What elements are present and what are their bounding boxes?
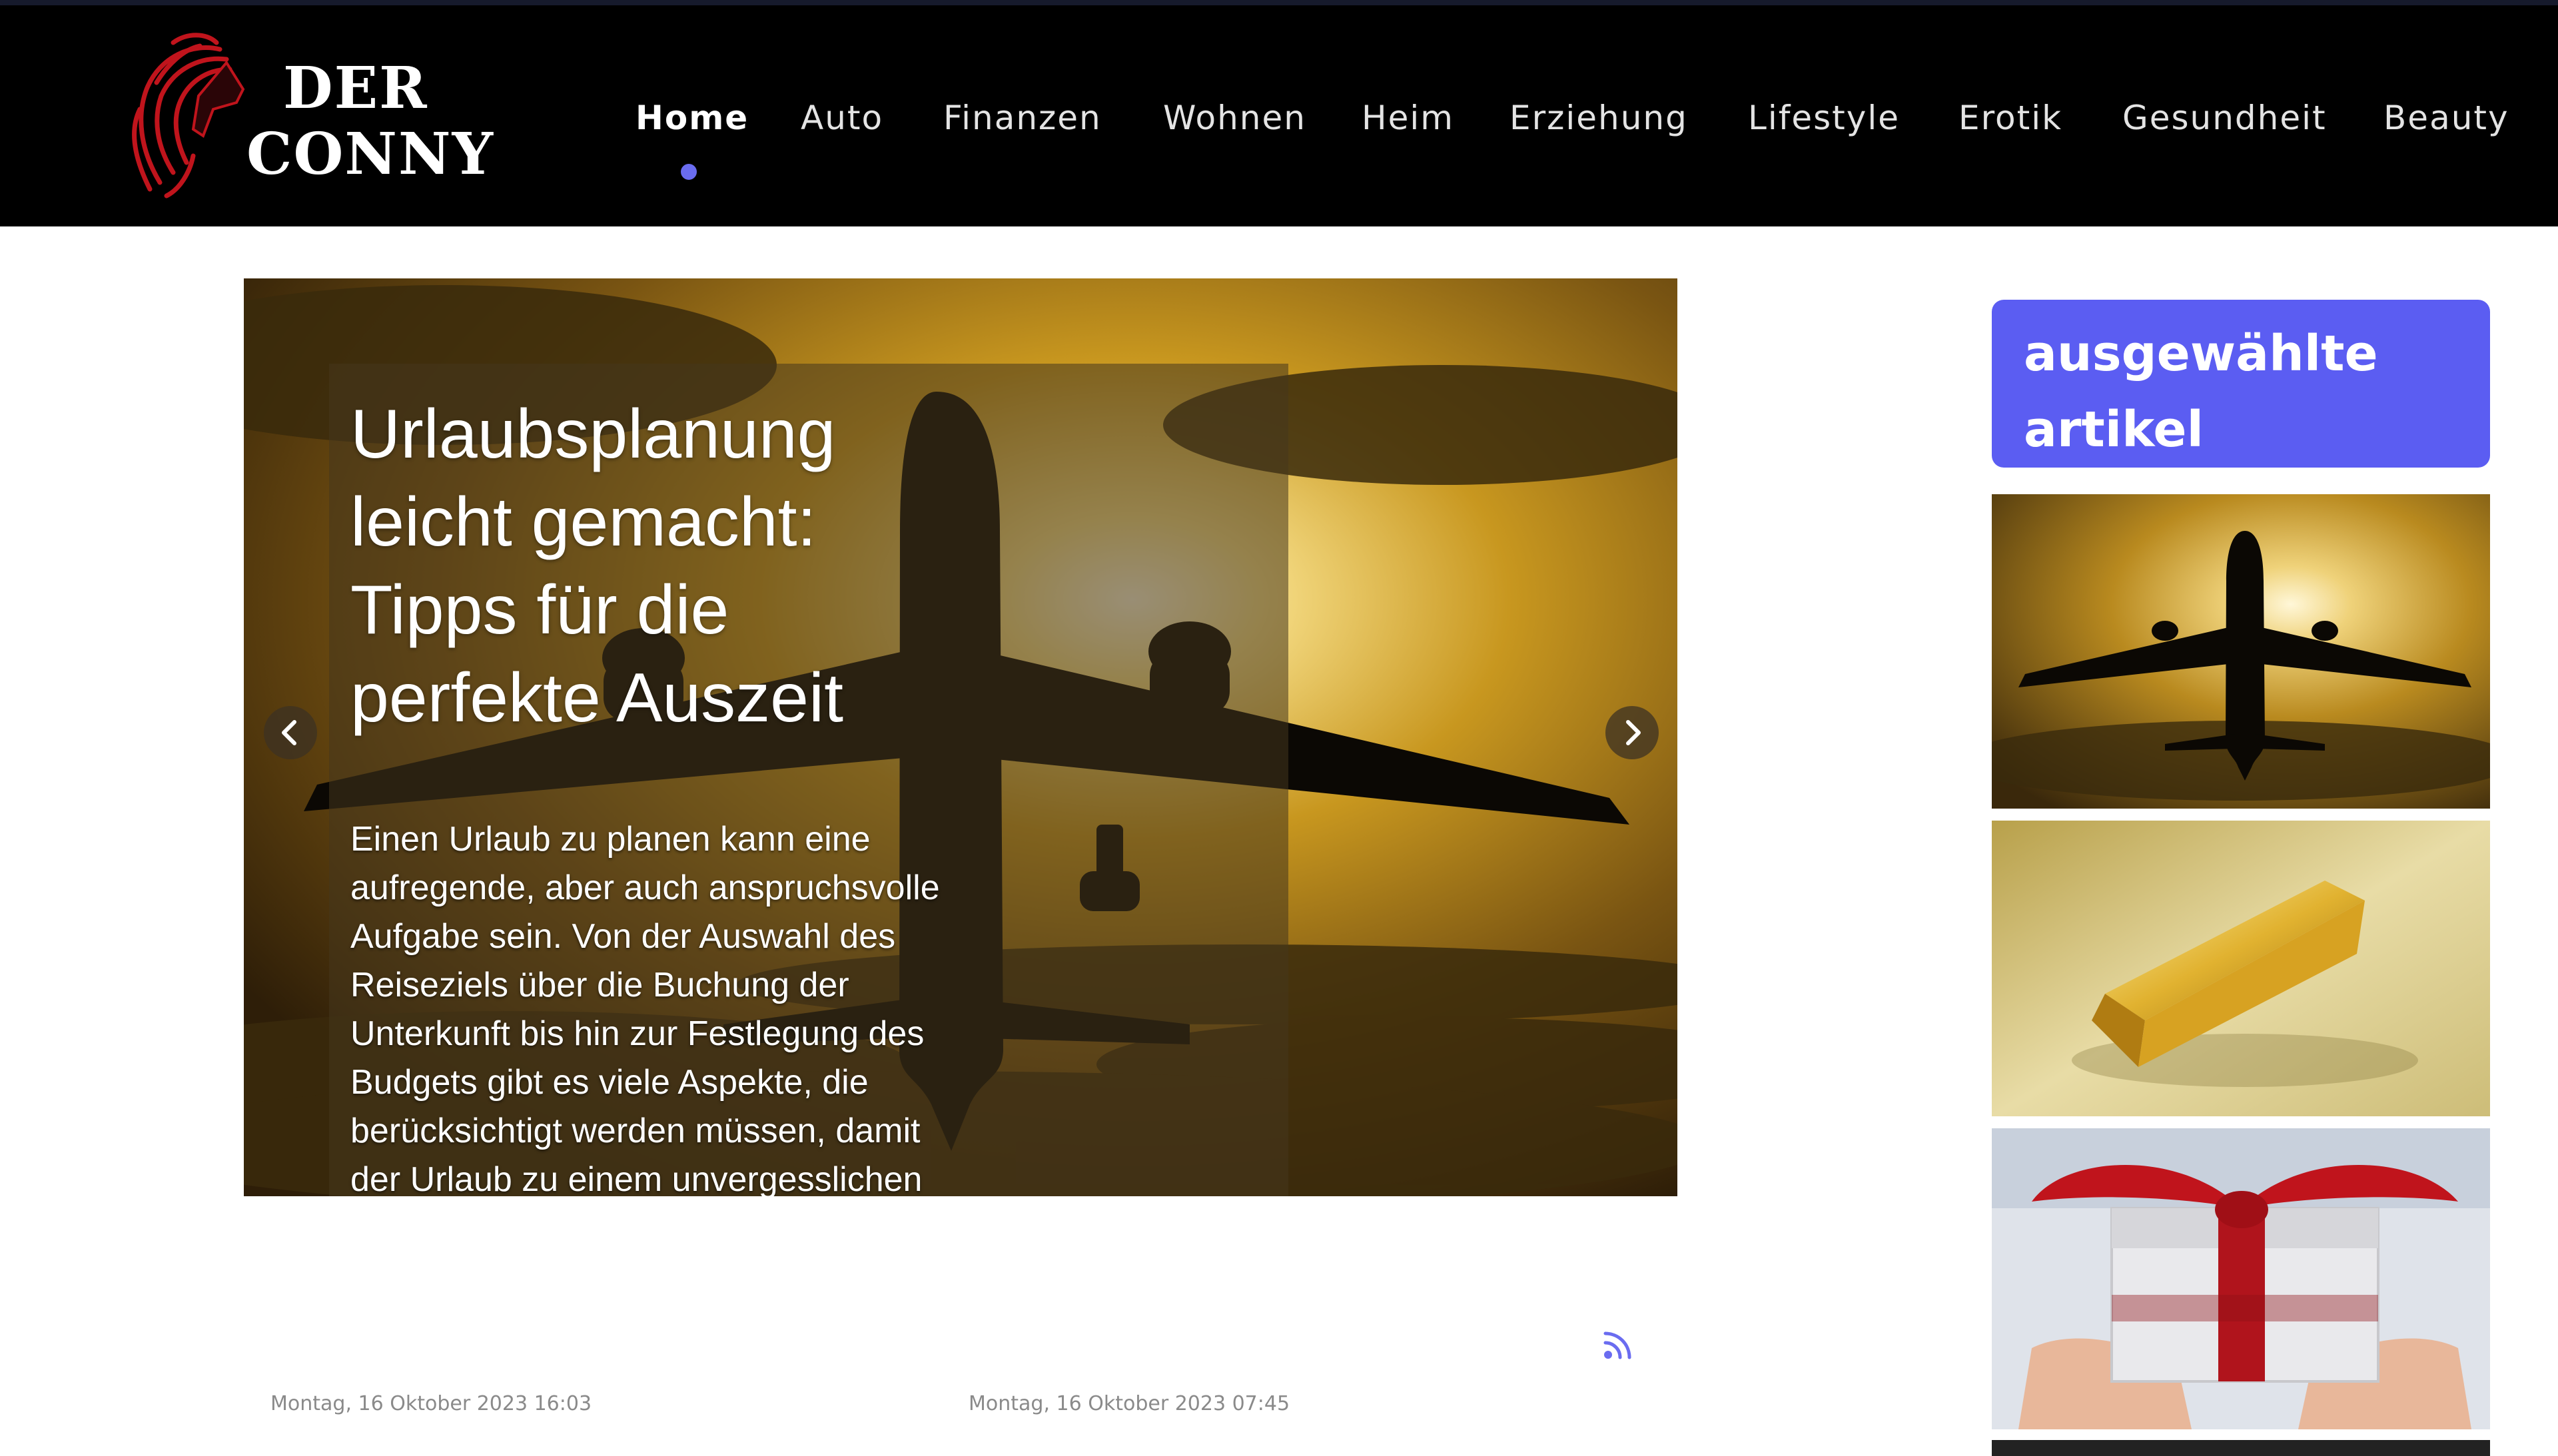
gift-box-thumbnail-image: [1992, 1128, 2490, 1429]
slide-title-line: leicht gemacht:: [350, 484, 817, 561]
nav-lifestyle[interactable]: Lifestyle: [1748, 99, 1900, 137]
nav-home[interactable]: Home: [636, 99, 749, 137]
chevron-left-icon: [282, 720, 296, 745]
post-date: Montag, 16 Oktober 2023 16:03: [270, 1392, 592, 1415]
slide-excerpt-line: Budgets gibt es viele Aspekte, die: [350, 1063, 869, 1102]
slide-title[interactable]: Urlaubsplanung leicht gemacht: Tipps für…: [350, 390, 1267, 742]
nav-erziehung[interactable]: Erziehung: [1509, 99, 1688, 137]
slider-prev-button[interactable]: [264, 706, 317, 759]
site-header: DER CONNY Home Auto Finanzen Wohnen Heim…: [0, 0, 2558, 226]
nav-wohnen[interactable]: Wohnen: [1163, 99, 1306, 137]
slide-excerpt-line: berücksichtigt werden müssen, damit: [350, 1112, 921, 1150]
sidebar-heading-line-2: artikel: [2024, 401, 2204, 458]
slide-excerpt: Einen Urlaub zu planen kann eine aufrege…: [350, 815, 1267, 1196]
airplane-thumbnail-image: [1992, 494, 2490, 809]
nav-gesundheit[interactable]: Gesundheit: [2122, 99, 2327, 137]
gold-bar-thumbnail-image: [1992, 821, 2490, 1116]
post-date: Montag, 16 Oktober 2023 07:45: [969, 1392, 1290, 1415]
nav-auto[interactable]: Auto: [801, 99, 883, 137]
slide-excerpt-line: Reiseziels über die Buchung der: [350, 966, 849, 1004]
featured-slider[interactable]: Urlaubsplanung leicht gemacht: Tipps für…: [244, 278, 1677, 1196]
slide-excerpt-line: aufregende, aber auch anspruchsvolle: [350, 869, 940, 907]
slide-caption: Urlaubsplanung leicht gemacht: Tipps für…: [329, 364, 1288, 1196]
featured-article-thumb-gold[interactable]: [1992, 821, 2490, 1116]
sidebar-heading: ausgewählte artikel: [1992, 300, 2490, 468]
main-nav: Home Auto Finanzen Wohnen Heim Erziehung…: [0, 99, 2558, 165]
slide-excerpt-line: Aufgabe sein. Von der Auswahl des: [350, 917, 896, 956]
slider-next-button[interactable]: [1605, 706, 1659, 759]
slide-title-line: Tipps für die: [350, 571, 729, 649]
active-nav-indicator: [681, 164, 697, 180]
sidebar-heading-line-1: ausgewählte: [2024, 325, 2378, 382]
nav-beauty[interactable]: Beauty: [2383, 99, 2509, 137]
nav-erotik[interactable]: Erotik: [1958, 99, 2062, 137]
slide-title-line: perfekte Auszeit: [350, 659, 843, 737]
rss-icon: [1603, 1331, 1631, 1359]
featured-article-thumb-partial[interactable]: [1992, 1440, 2490, 1456]
nav-finanzen[interactable]: Finanzen: [943, 99, 1102, 137]
rss-feed-link[interactable]: [1599, 1324, 1639, 1364]
slide-excerpt-line: Unterkunft bis hin zur Festlegung des: [350, 1014, 925, 1053]
slide-excerpt-line: Einen Urlaub zu planen kann eine: [350, 820, 871, 859]
chevron-right-icon: [1626, 720, 1641, 745]
slide-excerpt-line: der Urlaub zu einem unvergesslichen: [350, 1160, 923, 1196]
featured-article-thumb-gift[interactable]: [1992, 1128, 2490, 1429]
featured-article-thumb-airplane[interactable]: [1992, 494, 2490, 809]
nav-heim[interactable]: Heim: [1362, 99, 1454, 137]
slide-title-line: Urlaubsplanung: [350, 396, 836, 473]
